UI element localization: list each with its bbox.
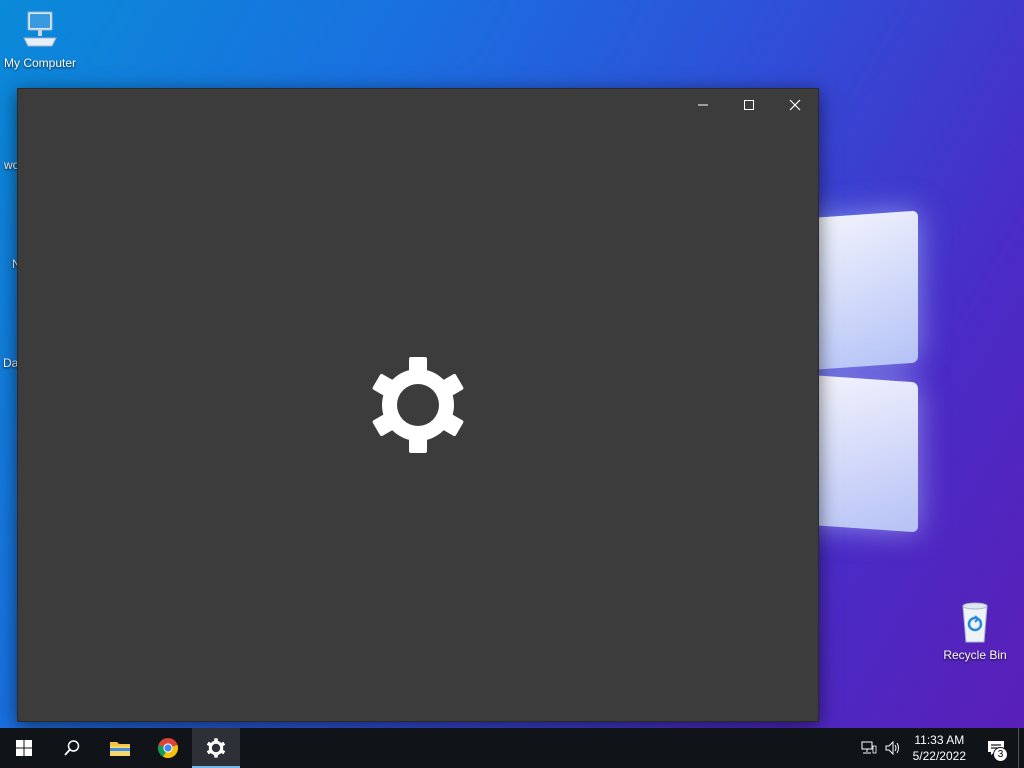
- computer-icon: [18, 8, 62, 52]
- desktop-icon-recycle-bin[interactable]: Recycle Bin: [935, 600, 1015, 662]
- chrome-button[interactable]: [144, 728, 192, 768]
- minimize-button[interactable]: [680, 89, 726, 121]
- close-icon: [789, 99, 801, 111]
- clock-time: 11:33 AM: [914, 733, 965, 747]
- network-icon: [861, 741, 877, 754]
- volume-button[interactable]: [881, 728, 905, 768]
- show-desktop-button[interactable]: [1018, 728, 1024, 768]
- desktop: My Computer wo N Da Recycle Bin: [0, 0, 1024, 728]
- window-controls: [680, 89, 818, 121]
- action-center-button[interactable]: 3: [974, 728, 1018, 768]
- file-explorer-button[interactable]: [96, 728, 144, 768]
- search-button[interactable]: [48, 728, 96, 768]
- gear-icon: [372, 357, 464, 453]
- desktop-icon-label: My Computer: [3, 56, 77, 70]
- clock-date: 5/22/2022: [912, 749, 966, 763]
- clock[interactable]: 11:33 AM 5/22/2022: [905, 732, 974, 764]
- volume-icon: [885, 741, 899, 755]
- system-tray: 11:33 AM 5/22/2022 3: [857, 728, 1024, 768]
- maximize-button[interactable]: [726, 89, 772, 121]
- settings-window[interactable]: [17, 88, 819, 722]
- maximize-icon: [744, 100, 754, 110]
- windows-logo-icon: [16, 740, 32, 756]
- start-button[interactable]: [0, 728, 48, 768]
- search-icon: [64, 740, 80, 756]
- close-button[interactable]: [772, 89, 818, 121]
- recycle-bin-icon: [953, 600, 997, 644]
- minimize-icon: [698, 104, 708, 106]
- chrome-icon: [158, 738, 178, 759]
- taskbar: 11:33 AM 5/22/2022 3: [0, 728, 1024, 768]
- notification-count-badge: 3: [993, 747, 1008, 762]
- settings-button[interactable]: [192, 728, 240, 768]
- network-button[interactable]: [857, 728, 881, 768]
- folder-icon: [110, 742, 130, 756]
- desktop-icon-my-computer[interactable]: My Computer: [0, 8, 80, 70]
- gear-icon: [206, 738, 226, 758]
- desktop-icon-label: Recycle Bin: [943, 648, 1007, 662]
